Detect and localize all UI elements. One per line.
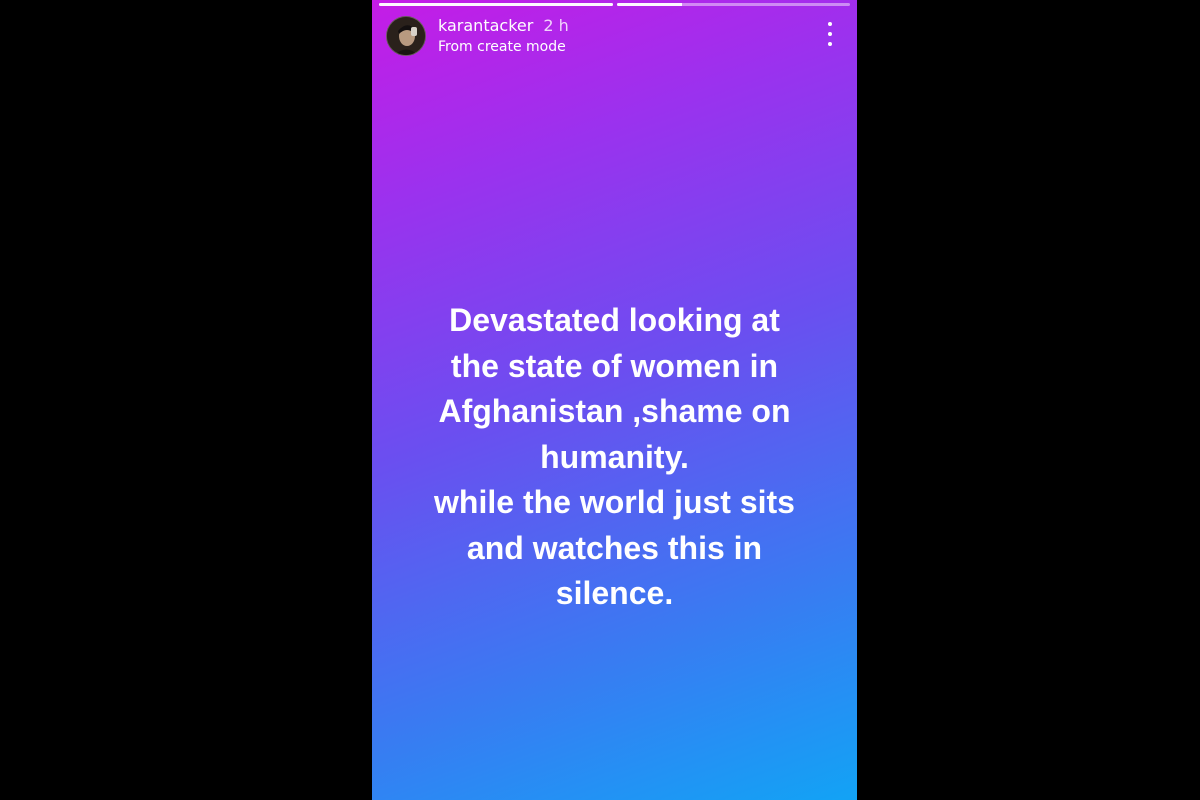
progress-fill — [616, 3, 682, 6]
caption-line: humanity. — [540, 438, 689, 475]
caption-line: Devastated looking at — [449, 302, 780, 338]
dot — [828, 42, 832, 46]
caption-line: silence. — [555, 575, 674, 611]
dot — [828, 32, 832, 36]
avatar-photo-icon — [387, 17, 425, 55]
dot — [828, 22, 832, 26]
story-progress-bar — [379, 3, 850, 6]
caption-line: Afghanistan ,shame on — [438, 393, 791, 429]
caption-line: and watches this in — [466, 529, 763, 566]
page: karantacker 2 h From create mode Devasta… — [0, 0, 1200, 800]
caption-line: the state of women in — [450, 347, 779, 384]
username-link[interactable]: karantacker — [438, 16, 533, 35]
post-time: 2 h — [543, 16, 569, 35]
caption-line: while the world just sits — [434, 484, 795, 520]
progress-fill — [379, 3, 613, 6]
story-header: karantacker 2 h From create mode — [386, 16, 843, 56]
user-line: karantacker 2 h — [438, 16, 569, 35]
story-viewer[interactable]: karantacker 2 h From create mode Devasta… — [372, 0, 857, 800]
story-caption: Devastated looking at the state of women… — [372, 298, 857, 617]
progress-segment — [379, 3, 613, 6]
story-source-label: From create mode — [438, 39, 566, 55]
progress-segment — [616, 3, 850, 6]
more-options-icon[interactable] — [823, 22, 837, 46]
avatar[interactable] — [386, 16, 426, 56]
